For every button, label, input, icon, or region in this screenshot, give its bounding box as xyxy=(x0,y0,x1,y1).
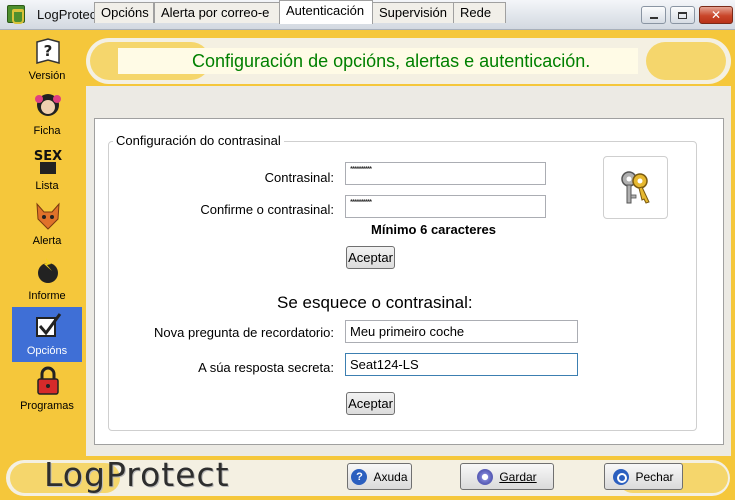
page-title: Configuración de opcións, alertas e aute… xyxy=(118,48,638,74)
app-icon xyxy=(7,5,25,24)
sidebar-item-label: Programas xyxy=(20,400,74,412)
reminder-question-field[interactable]: Meu primeiro coche xyxy=(345,320,578,343)
sidebar-item-label: Versión xyxy=(28,70,66,82)
sidebar-item-label: Opcións xyxy=(26,345,68,357)
save-button[interactable]: Gardar xyxy=(460,463,554,490)
power-icon xyxy=(613,468,630,485)
accept-reminder-button[interactable]: Aceptar xyxy=(346,392,395,415)
sidebar-item-alerta[interactable]: Alerta xyxy=(12,197,82,252)
help-button[interactable]: ? Axuda xyxy=(347,463,412,490)
tab-opcions[interactable]: Opcións xyxy=(94,2,154,23)
minimize-icon xyxy=(642,7,665,23)
secret-answer-label: A súa resposta secreta: xyxy=(198,360,334,375)
keys-icon xyxy=(621,171,650,204)
help-book-icon: ? xyxy=(36,38,60,64)
close-app-button[interactable]: Pechar xyxy=(604,463,683,490)
help-button-label: Axuda xyxy=(373,469,408,484)
save-gear-icon xyxy=(477,468,494,485)
sidebar-item-opcions[interactable]: Opcións xyxy=(12,307,82,362)
sidebar-item-informe[interactable]: Informe xyxy=(12,252,82,307)
close-icon: ✕ xyxy=(710,8,722,22)
report-bomb-icon xyxy=(38,258,58,283)
sidebar-item-label: Informe xyxy=(28,290,66,302)
password-label: Contrasinal: xyxy=(264,170,334,185)
tab-autenticacion[interactable]: Autenticación xyxy=(279,0,373,24)
padlock-icon xyxy=(37,366,59,395)
profile-face-icon xyxy=(35,94,61,116)
key-image-frame xyxy=(603,156,668,219)
close-button[interactable]: ✕ xyxy=(699,6,733,24)
sidebar-item-label: Alerta xyxy=(32,235,62,247)
password-field[interactable]: ********** xyxy=(345,162,546,185)
svg-text:SEX: SEX xyxy=(34,149,62,164)
minimize-button[interactable] xyxy=(641,6,666,24)
sidebar-item-ficha[interactable]: Ficha xyxy=(12,87,82,142)
maximize-button[interactable] xyxy=(670,6,695,24)
close-app-button-label: Pechar xyxy=(635,469,674,484)
sidebar-item-label: Ficha xyxy=(33,125,61,137)
confirm-password-field[interactable]: ********** xyxy=(345,195,546,218)
sidebar-item-programas[interactable]: Programas xyxy=(12,362,82,417)
sidebar-item-label: Lista xyxy=(35,180,59,192)
window-title: LogProtect xyxy=(37,7,100,22)
svg-text:?: ? xyxy=(44,42,53,60)
checkbox-icon xyxy=(36,313,62,337)
maximize-icon xyxy=(671,7,694,23)
sex-list-icon: SEX xyxy=(34,149,62,174)
help-icon: ? xyxy=(351,468,368,485)
save-button-label: Gardar xyxy=(499,469,537,484)
sidebar-item-version[interactable]: ? Versión xyxy=(12,32,82,87)
alert-fox-icon xyxy=(36,202,60,230)
sidebar: ? Versión Ficha SEX Lista Alerta Informe xyxy=(0,30,82,460)
reminder-question-label: Nova pregunta de recordatorio: xyxy=(154,325,334,340)
sidebar-item-lista[interactable]: SEX Lista xyxy=(12,142,82,197)
logprotect-logo: LogProtect xyxy=(44,455,230,494)
secret-answer-field[interactable]: Seat124-LS xyxy=(345,353,578,376)
password-hint: Mínimo 6 caracteres xyxy=(371,222,497,237)
accept-password-button[interactable]: Aceptar xyxy=(346,246,395,269)
tab-supervision[interactable]: Supervisión xyxy=(372,2,454,23)
groupbox-legend: Configuración do contrasinal xyxy=(113,133,284,148)
confirm-password-label: Confirme o contrasinal: xyxy=(200,202,334,217)
tab-alerta-correo[interactable]: Alerta por correo-e xyxy=(154,2,280,23)
tab-rede[interactable]: Rede xyxy=(453,2,506,23)
forgot-password-title: Se esquece o contrasinal: xyxy=(277,293,473,312)
